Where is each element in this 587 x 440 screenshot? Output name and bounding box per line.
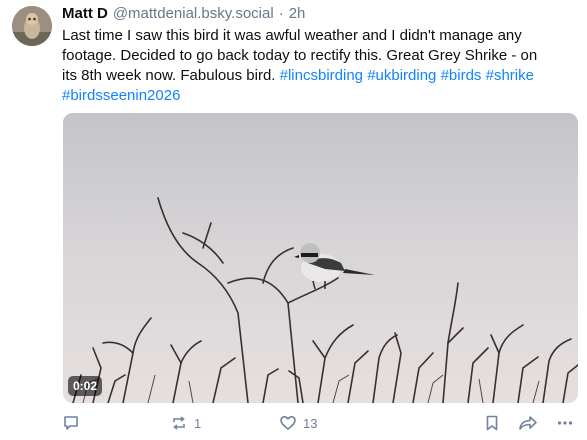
- post-card[interactable]: Matt D @mattdenial.bsky.social · 2h Last…: [0, 0, 587, 440]
- share-arrow-icon: [519, 416, 537, 430]
- like-count: 13: [303, 415, 318, 431]
- author-display-name[interactable]: Matt D: [62, 5, 108, 22]
- video-duration-badge: 0:02: [68, 376, 103, 396]
- like-button[interactable]: 13: [279, 410, 317, 436]
- hashtag-link[interactable]: #birdsseenin2026: [62, 87, 180, 104]
- header-separator: ·: [278, 5, 284, 22]
- post-text: Last time I saw this bird it was awful w…: [62, 26, 580, 106]
- bookmark-icon: [486, 415, 498, 431]
- speech-bubble-icon: [64, 416, 78, 430]
- ellipsis-icon: [557, 421, 573, 425]
- video-frame-image: [63, 113, 578, 403]
- more-options-button[interactable]: [556, 410, 574, 436]
- post-text-line: Last time I saw this bird it was awful w…: [62, 27, 522, 44]
- repost-button[interactable]: 1: [170, 410, 201, 436]
- post-text-line: #birdsseenin2026: [62, 86, 580, 106]
- post-header: Matt D @mattdenial.bsky.social · 2h: [62, 5, 305, 25]
- repost-icon: [173, 416, 185, 430]
- hashtag-link[interactable]: #birds: [441, 67, 482, 84]
- heart-icon: [280, 416, 296, 430]
- repost-count: 1: [194, 415, 202, 431]
- post-timestamp[interactable]: 2h: [289, 5, 306, 22]
- reply-button[interactable]: [62, 410, 80, 436]
- hashtag-link[interactable]: #shrike: [486, 67, 534, 84]
- post-text-line: footage. Decided to go back today to rec…: [62, 47, 538, 64]
- hashtag-link[interactable]: #ukbirding: [367, 67, 436, 84]
- video-player[interactable]: [63, 113, 578, 403]
- post-text-segment: its 8th week now. Fabulous bird.: [62, 67, 280, 84]
- share-button[interactable]: [518, 410, 538, 436]
- author-handle[interactable]: @mattdenial.bsky.social: [113, 5, 274, 22]
- post-text-line: its 8th week now. Fabulous bird. #lincsb…: [62, 66, 580, 86]
- author-avatar[interactable]: [12, 6, 52, 46]
- hashtag-link[interactable]: #lincsbirding: [280, 67, 363, 84]
- bookmark-button[interactable]: [483, 410, 501, 436]
- post-actions-bar: 1 13: [0, 410, 587, 436]
